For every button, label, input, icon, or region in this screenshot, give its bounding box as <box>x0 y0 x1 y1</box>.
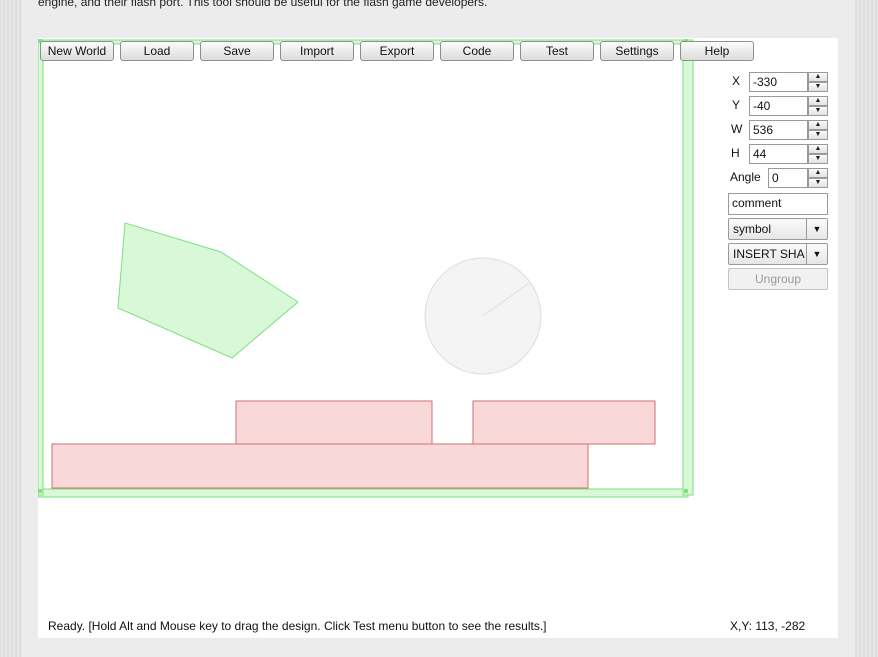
stepper-up-icon[interactable]: ▲ <box>808 120 828 130</box>
angle-stepper[interactable]: ▲ ▼ <box>808 168 828 188</box>
code-button[interactable]: Code <box>440 41 514 61</box>
x-field[interactable]: -330 <box>749 72 808 92</box>
stepper-down-icon[interactable]: ▼ <box>808 178 828 188</box>
ground-box-body[interactable] <box>51 443 589 489</box>
settings-button[interactable]: Settings <box>600 41 674 61</box>
insert-shape-select[interactable]: INSERT SHAPE ▼ <box>728 243 828 265</box>
insert-shape-select-value: INSERT SHAPE <box>733 247 805 261</box>
comment-field[interactable]: comment <box>728 193 828 215</box>
h-label: H <box>731 146 740 160</box>
selection-handle[interactable] <box>38 489 42 493</box>
w-field[interactable]: 536 <box>749 120 808 140</box>
selection-right-edge[interactable] <box>682 39 694 496</box>
angle-label: Angle <box>730 170 761 184</box>
stepper-down-icon[interactable]: ▼ <box>808 106 828 116</box>
stepper-down-icon[interactable]: ▼ <box>808 130 828 140</box>
export-button[interactable]: Export <box>360 41 434 61</box>
polygon-body[interactable] <box>117 222 299 359</box>
chevron-down-icon[interactable]: ▼ <box>806 244 827 264</box>
selection-handle[interactable] <box>684 489 688 493</box>
status-message: Ready. [Hold Alt and Mouse key to drag t… <box>48 619 547 633</box>
h-field[interactable]: 44 <box>749 144 808 164</box>
box-body[interactable] <box>235 400 433 445</box>
save-button[interactable]: Save <box>200 41 274 61</box>
stepper-up-icon[interactable]: ▲ <box>808 168 828 178</box>
symbol-select[interactable]: symbol ▼ <box>728 218 828 240</box>
stepper-down-icon[interactable]: ▼ <box>808 82 828 92</box>
stepper-up-icon[interactable]: ▲ <box>808 96 828 106</box>
y-field[interactable]: -40 <box>749 96 808 116</box>
stepper-up-icon[interactable]: ▲ <box>808 144 828 154</box>
chevron-down-icon[interactable]: ▼ <box>806 219 827 239</box>
test-button[interactable]: Test <box>520 41 594 61</box>
ungroup-button[interactable]: Ungroup <box>728 268 828 290</box>
help-button[interactable]: Help <box>680 41 754 61</box>
load-button[interactable]: Load <box>120 41 194 61</box>
y-label: Y <box>732 98 741 112</box>
design-canvas[interactable] <box>38 38 728 508</box>
box-body[interactable] <box>472 400 656 445</box>
import-button[interactable]: Import <box>280 41 354 61</box>
x-label: X <box>732 74 741 88</box>
y-stepper[interactable]: ▲ ▼ <box>808 96 828 116</box>
w-label: W <box>731 122 743 136</box>
w-stepper[interactable]: ▲ ▼ <box>808 120 828 140</box>
x-stepper[interactable]: ▲ ▼ <box>808 72 828 92</box>
angle-field[interactable]: 0 <box>768 168 808 188</box>
stepper-down-icon[interactable]: ▼ <box>808 154 828 164</box>
symbol-select-value: symbol <box>733 222 772 236</box>
intro-text: engine, and their flash port. This tool … <box>38 0 488 9</box>
selection-bottom-edge[interactable] <box>38 488 689 498</box>
editor-app: New World Load Save Import Export Code T… <box>38 38 838 638</box>
cursor-coordinates: X,Y: 113, -282 <box>730 619 806 633</box>
selection-left-edge[interactable] <box>38 39 44 496</box>
new-world-button[interactable]: New World <box>40 41 114 61</box>
stepper-up-icon[interactable]: ▲ <box>808 72 828 82</box>
h-stepper[interactable]: ▲ ▼ <box>808 144 828 164</box>
